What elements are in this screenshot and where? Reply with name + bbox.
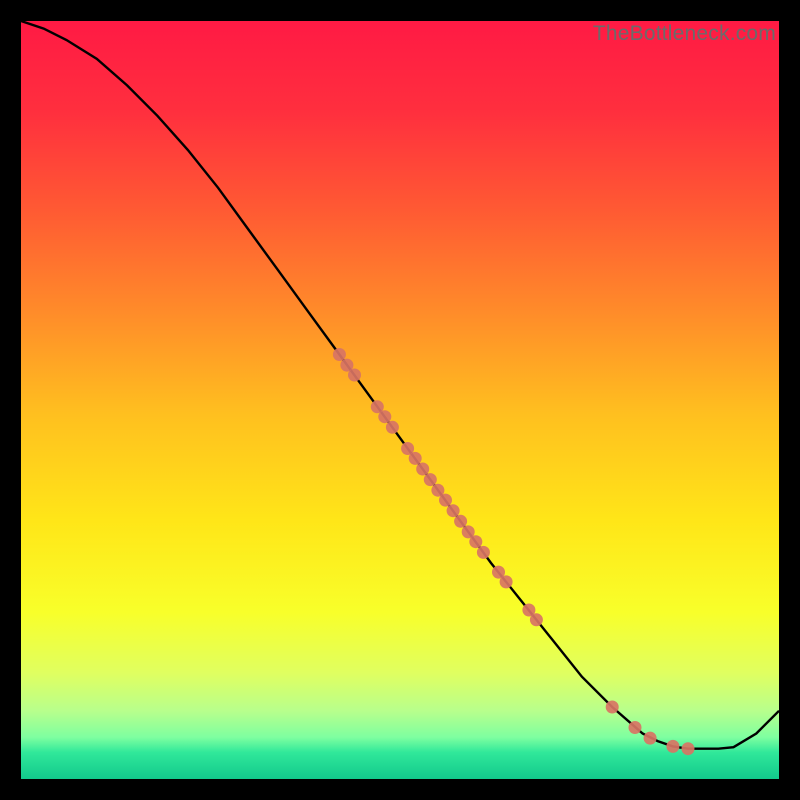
marker-point (378, 410, 391, 423)
marker-group (333, 348, 695, 755)
marker-point (348, 369, 361, 382)
marker-point (424, 473, 437, 486)
marker-point (666, 740, 679, 753)
marker-point (682, 742, 695, 755)
marker-point (644, 732, 657, 745)
marker-point (530, 613, 543, 626)
curve-line (21, 21, 779, 749)
watermark-text: TheBottleneck.com (593, 22, 776, 46)
marker-point (333, 348, 346, 361)
marker-point (416, 463, 429, 476)
plot-area (21, 21, 779, 779)
marker-point (439, 494, 452, 507)
marker-point (386, 421, 399, 434)
chart-frame: TheBottleneck.com (21, 21, 779, 779)
chart-svg (21, 21, 779, 779)
marker-point (477, 546, 490, 559)
marker-point (606, 701, 619, 714)
marker-point (454, 515, 467, 528)
marker-point (447, 504, 460, 517)
marker-point (469, 535, 482, 548)
marker-point (409, 452, 422, 465)
marker-point (500, 575, 513, 588)
marker-point (629, 721, 642, 734)
